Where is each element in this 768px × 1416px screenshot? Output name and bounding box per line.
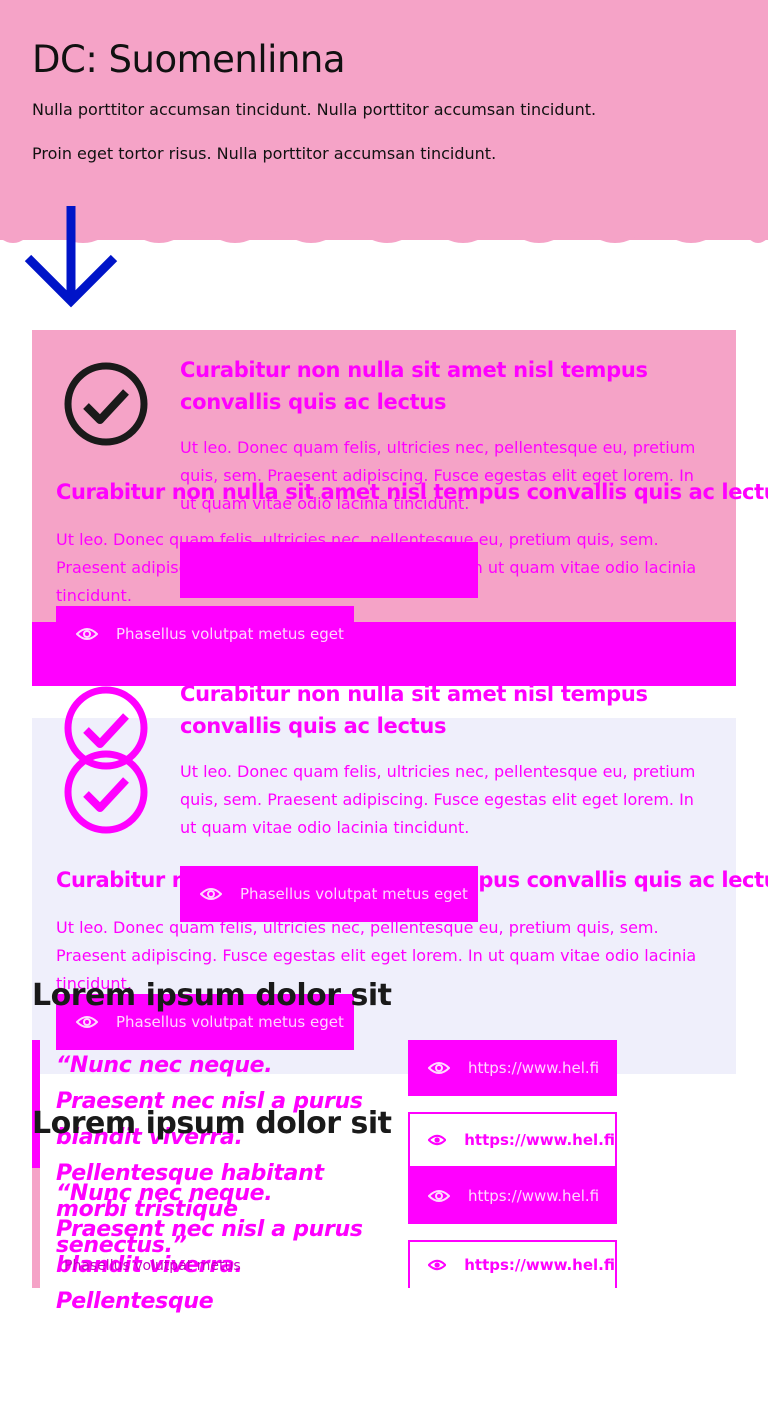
card-1-heading: Curabitur non nulla sit amet nisl tempus… xyxy=(180,358,648,414)
eye-icon xyxy=(428,1134,447,1146)
quote-2-heading: Lorem ipsum dolor sit xyxy=(32,1106,392,1141)
card-1-button-label: Phasellus volutpat metus eget xyxy=(116,625,344,643)
eye-icon xyxy=(76,628,98,640)
card-1-overlay-heading: Curabitur non nulla sit amet nisl tempus… xyxy=(56,480,768,504)
link-button-3[interactable]: https://www.hel.fi xyxy=(408,1168,617,1224)
hero-text-1: Nulla porttitor accumsan tincidunt. Null… xyxy=(32,100,597,119)
card-2-heading: Curabitur non nulla sit amet nisl tempus… xyxy=(180,682,648,738)
card-1-button[interactable]: Phasellus volutpat metus eget xyxy=(56,606,354,662)
card-2-button-label: Phasellus volutpat metus eget xyxy=(116,1013,344,1031)
link-button-1-label: https://www.hel.fi xyxy=(468,1059,600,1077)
eye-icon xyxy=(76,1016,98,1028)
page-title: DC: Suomenlinna xyxy=(32,38,346,81)
link-button-1[interactable]: https://www.hel.fi xyxy=(408,1040,617,1096)
quote-bar-1 xyxy=(32,1040,40,1168)
check-circle-icon xyxy=(64,750,148,834)
quote-bar-2 xyxy=(32,1168,40,1288)
quote-2-text: “Nunc nec neque. Praesent nec nisl a pur… xyxy=(56,1181,363,1314)
check-circle-icon xyxy=(64,362,148,446)
link-button-4-label: https://www.hel.fi xyxy=(464,1256,615,1274)
hero-text-2: Proin eget tortor risus. Nulla porttitor… xyxy=(32,144,497,163)
eye-icon xyxy=(428,1259,447,1271)
link-button-2-label: https://www.hel.fi xyxy=(464,1131,615,1149)
quote-1-heading: Lorem ipsum dolor sit xyxy=(32,978,392,1013)
quote-2-caption: Phasellus volutpat metus xyxy=(64,1258,241,1274)
link-button-2[interactable]: https://www.hel.fi xyxy=(408,1112,617,1168)
card-2-overlay-heading: Curabitur non nulla sit amet nisl tempus… xyxy=(56,868,768,892)
arrow-down-icon[interactable] xyxy=(22,204,120,308)
link-button-3-label: https://www.hel.fi xyxy=(468,1187,600,1205)
link-button-4[interactable]: https://www.hel.fi xyxy=(408,1240,617,1288)
card-2-text: Ut leo. Donec quam felis, ultricies nec,… xyxy=(180,762,696,837)
card-1-text: Ut leo. Donec quam felis, ultricies nec,… xyxy=(180,438,696,513)
eye-icon xyxy=(428,1062,450,1074)
eye-icon xyxy=(428,1190,450,1202)
card-1-overlay-text: Ut leo. Donec quam felis, ultricies nec,… xyxy=(56,530,697,605)
